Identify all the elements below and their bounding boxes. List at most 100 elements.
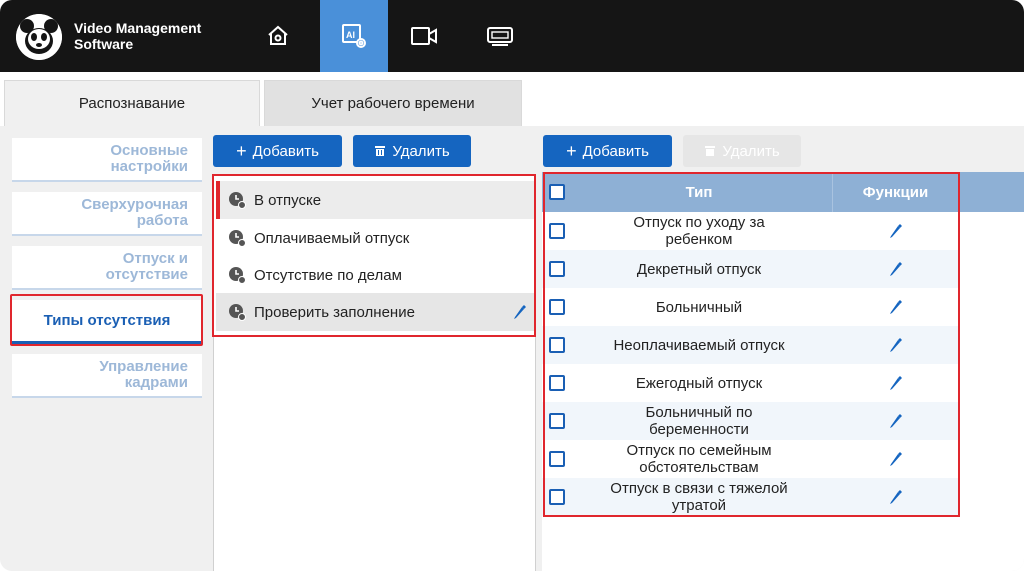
app-window: Video Management Software AI Распознаван… xyxy=(0,0,1024,571)
edit-pencil-icon[interactable] xyxy=(888,261,902,277)
edit-pencil-icon[interactable] xyxy=(888,223,902,239)
row-checkbox[interactable] xyxy=(549,451,565,467)
row-functions-cell xyxy=(832,364,958,402)
select-all-checkbox[interactable] xyxy=(549,184,565,200)
nav-camera-button[interactable] xyxy=(390,0,458,72)
row-checkbox[interactable] xyxy=(549,413,565,429)
sidebar-item-label: настройки xyxy=(110,158,188,175)
row-functions-cell xyxy=(832,250,958,288)
row-functions-cell xyxy=(832,288,958,326)
row-type-text: Больничный xyxy=(655,298,743,316)
app-title-line2: Software xyxy=(74,36,134,52)
row-type-text: обстоятельствам xyxy=(639,459,759,476)
sidebar-item-label: Типы отсутствия xyxy=(43,311,171,329)
row-type-cell: Больничный по беременности xyxy=(568,402,830,440)
table-row: Неоплачиваемый отпуск xyxy=(542,326,958,364)
row-type-cell: Декретный отпуск xyxy=(568,250,830,288)
camera-icon xyxy=(411,27,437,45)
clock-person-icon xyxy=(229,230,246,247)
list-item[interactable]: В отпуске xyxy=(216,181,534,219)
table-row: Ежегодный отпуск xyxy=(542,364,958,402)
row-type-text: Ежегодный отпуск xyxy=(635,374,763,392)
plus-icon: + xyxy=(236,141,247,161)
edit-pencil-icon[interactable] xyxy=(512,304,526,320)
mid-add-button[interactable]: + Добавить xyxy=(213,135,342,167)
list-item-label: В отпуске xyxy=(254,191,322,209)
tab-time-attendance[interactable]: Учет рабочего времени xyxy=(264,80,522,126)
row-type-text: ребенком xyxy=(665,231,733,248)
list-item[interactable]: Отсутствие по делам xyxy=(216,256,534,294)
row-checkbox[interactable] xyxy=(549,489,565,505)
app-title-line1: Video Management xyxy=(74,20,202,36)
ai-settings-icon: AI xyxy=(342,24,366,48)
sidebar-item-leave-absence[interactable]: Отпуск и отсутствие xyxy=(12,246,202,290)
row-type-cell: Отпуск по семейным обстоятельствам xyxy=(568,440,830,478)
row-type-cell: Ежегодный отпуск xyxy=(568,364,830,402)
row-type-text: утратой xyxy=(671,497,727,514)
edit-pencil-icon[interactable] xyxy=(888,375,902,391)
row-checkbox[interactable] xyxy=(549,375,565,391)
row-type-text: Декретный отпуск xyxy=(636,260,762,278)
column-header-functions: Функции xyxy=(832,172,958,212)
sidebar-item-label: отсутствие xyxy=(105,266,188,283)
edit-pencil-icon[interactable] xyxy=(888,451,902,467)
list-item-label: Оплачиваемый отпуск xyxy=(254,229,410,247)
mid-add-label: Добавить xyxy=(252,142,319,160)
edit-pencil-icon[interactable] xyxy=(888,337,902,353)
sidebar-item-hr-management[interactable]: Управление кадрами xyxy=(12,354,202,398)
list-item[interactable]: Проверить заполнение xyxy=(216,293,534,331)
nav-home-button[interactable] xyxy=(244,0,312,72)
table-header: Тип Функции xyxy=(542,172,1024,212)
row-type-text: Отпуск по уходу за xyxy=(633,214,765,231)
nav-ai-button[interactable]: AI xyxy=(320,0,388,72)
trash-icon xyxy=(375,146,386,156)
edit-pencil-icon[interactable] xyxy=(888,299,902,315)
mid-delete-label: Удалить xyxy=(392,142,450,160)
mid-delete-button[interactable]: Удалить xyxy=(353,135,471,167)
row-checkbox[interactable] xyxy=(549,223,565,239)
row-type-cell: Отпуск в связи с тяжелой утратой xyxy=(568,478,830,516)
nav-nvr-button[interactable] xyxy=(466,0,534,72)
table-row: Отпуск в связи с тяжелой утратой xyxy=(542,478,958,516)
absence-types-table: Тип Функции Отпуск по уходу за ребенком Д… xyxy=(542,172,1024,571)
clock-person-icon xyxy=(229,192,246,209)
edit-pencil-icon[interactable] xyxy=(888,489,902,505)
column-header-type: Тип xyxy=(685,183,713,201)
row-checkbox[interactable] xyxy=(549,261,565,277)
sidebar-item-overtime[interactable]: Сверхурочная работа xyxy=(12,192,202,236)
table-row: Больничный по беременности xyxy=(542,402,958,440)
app-title: Video Management Software xyxy=(74,20,201,52)
trash-icon xyxy=(705,146,716,156)
row-type-text: Отпуск в связи с тяжелой xyxy=(610,480,788,497)
sidebar-item-basic-settings[interactable]: Основные настройки xyxy=(12,138,202,182)
right-add-label: Добавить xyxy=(582,142,649,160)
row-type-text: Больничный по xyxy=(645,404,753,421)
right-delete-label: Удалить xyxy=(722,142,780,160)
list-item[interactable]: Оплачиваемый отпуск xyxy=(216,219,534,257)
row-type-cell: Больничный xyxy=(568,288,830,326)
sidebar-item-label: Управление xyxy=(99,358,188,375)
right-delete-button[interactable]: Удалить xyxy=(683,135,801,167)
absence-group-list: В отпуске Оплачиваемый отпуск Отсутствие… xyxy=(213,174,536,571)
row-type-text: Неоплачиваемый отпуск xyxy=(613,336,785,354)
sidebar-item-label: кадрами xyxy=(124,374,188,391)
plus-icon: + xyxy=(566,141,577,161)
row-type-text: Отпуск по семейным xyxy=(626,442,772,459)
row-type-cell: Неоплачиваемый отпуск xyxy=(568,326,830,364)
row-functions-cell xyxy=(832,326,958,364)
edit-pencil-icon[interactable] xyxy=(888,413,902,429)
sidebar-item-label: Основные xyxy=(110,142,188,159)
svg-text:AI: AI xyxy=(346,30,355,40)
sidebar-item-absence-types[interactable]: Типы отсутствия xyxy=(12,300,202,344)
tab-recognition[interactable]: Распознавание xyxy=(4,80,260,126)
list-item-label: Отсутствие по делам xyxy=(254,266,402,284)
sidebar-item-label: Сверхурочная xyxy=(81,196,188,213)
right-add-button[interactable]: + Добавить xyxy=(543,135,672,167)
row-checkbox[interactable] xyxy=(549,337,565,353)
clock-person-icon xyxy=(229,267,246,284)
row-checkbox[interactable] xyxy=(549,299,565,315)
panda-logo-icon xyxy=(16,14,62,60)
clock-person-icon xyxy=(229,304,246,321)
sidebar-item-label: Отпуск и xyxy=(122,250,188,267)
row-functions-cell xyxy=(832,402,958,440)
